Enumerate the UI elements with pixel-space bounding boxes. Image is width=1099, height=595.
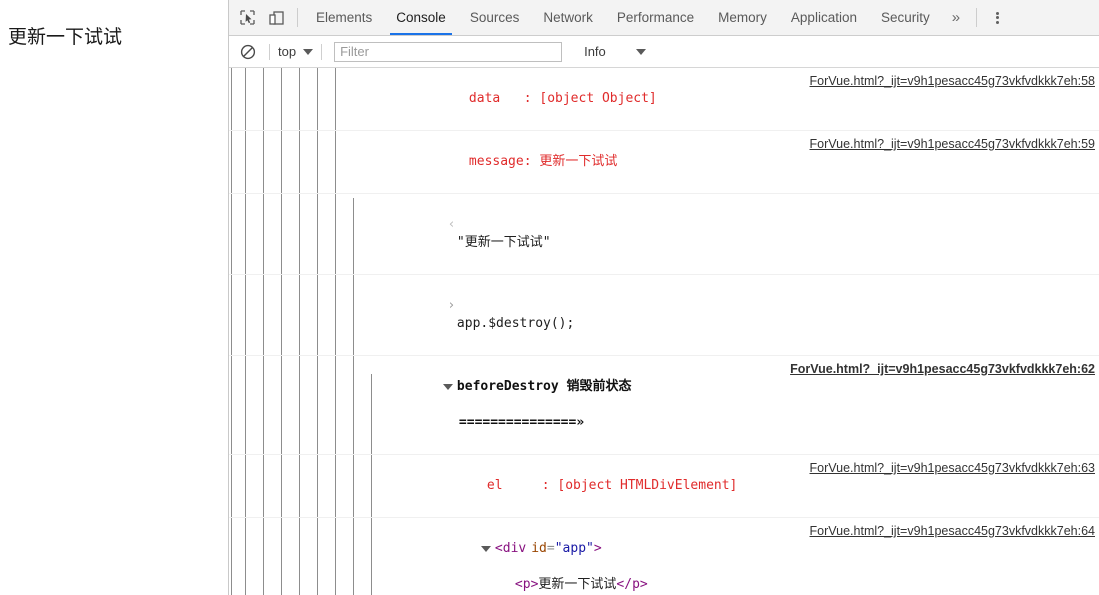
device-toolbar-icon[interactable] xyxy=(262,0,291,35)
source-link[interactable]: ForVue.html?_ijt=v9h1pesacc45g73vkfvdkkk… xyxy=(790,360,1099,378)
console-message-area[interactable]: data : [object Object] ForVue.html?_ijt=… xyxy=(229,68,1099,595)
log-text: el : [object HTMLDivElement] xyxy=(486,478,738,493)
tab-console-label: Console xyxy=(396,10,446,25)
group-title: beforeDestroy 销毁前状态 xyxy=(456,379,632,394)
tab-application-label: Application xyxy=(790,10,857,25)
source-link[interactable]: ForVue.html?_ijt=v9h1pesacc45g73vkfvdkkk… xyxy=(810,135,1099,153)
chevron-down-icon xyxy=(303,48,314,55)
console-toolbar: top Info xyxy=(229,36,1099,68)
execution-context-label: top xyxy=(278,44,297,59)
log-text: data : [object Object] xyxy=(468,91,657,106)
tab-memory-label: Memory xyxy=(718,10,767,25)
clear-console-icon[interactable] xyxy=(235,39,261,65)
console-row-element[interactable]: <divid="app"> <p>更新一下试试</p> </div> ForVu… xyxy=(229,518,1099,595)
tab-network[interactable]: Network xyxy=(531,0,605,35)
console-group-header-beforedestroy[interactable]: beforeDestroy 销毁前状态 ===============» For… xyxy=(229,356,1099,455)
result-arrow-icon: ‹ xyxy=(448,217,455,232)
tab-elements-label: Elements xyxy=(316,10,373,25)
log-text: message: 更新一下试试 xyxy=(468,154,618,169)
group-chevron: » xyxy=(576,415,585,430)
page-rendered-text: 更新一下试试 xyxy=(8,27,123,48)
devtools-panel: Elements Console Sources Network Perform… xyxy=(229,0,1099,595)
chevron-down-icon-2 xyxy=(635,48,646,55)
log-level-selector[interactable]: Info xyxy=(584,44,646,59)
tab-sources-label: Sources xyxy=(469,10,520,25)
source-link[interactable]: ForVue.html?_ijt=v9h1pesacc45g73vkfvdkkk… xyxy=(810,522,1099,540)
tab-elements[interactable]: Elements xyxy=(304,0,384,35)
console-row-input[interactable]: › app.$destroy(); xyxy=(229,275,1099,356)
result-text: "更新一下试试" xyxy=(456,235,551,250)
element-child-close-tag: </p> xyxy=(616,577,648,592)
toolbar-divider xyxy=(297,8,298,27)
source-link[interactable]: ForVue.html?_ijt=v9h1pesacc45g73vkfvdkkk… xyxy=(810,72,1099,90)
browser-window: 更新一下试试 Elements Console Sources Network … xyxy=(0,0,1099,595)
element-attr-eq: = xyxy=(546,541,555,556)
element-child-open-tag: <p> xyxy=(514,577,539,592)
group-separator: =============== xyxy=(458,415,577,430)
filter-input[interactable] xyxy=(334,41,563,62)
more-tabs-icon[interactable]: » xyxy=(942,0,970,35)
element-child-text: 更新一下试试 xyxy=(538,577,617,592)
element-attr-name: id xyxy=(531,541,547,556)
toolbar-divider-2 xyxy=(976,8,978,27)
tab-performance[interactable]: Performance xyxy=(605,0,706,35)
console-row[interactable]: data : [object Object] ForVue.html?_ijt=… xyxy=(229,68,1099,131)
page-viewport: 更新一下试试 xyxy=(0,0,229,595)
element-open-tag: <div xyxy=(494,541,527,556)
element-attr-value: "app" xyxy=(554,541,594,556)
tab-console[interactable]: Console xyxy=(384,0,458,35)
log-level-label: Info xyxy=(584,44,606,59)
group-expand-triangle-icon[interactable] xyxy=(442,383,453,390)
more-options-icon[interactable] xyxy=(983,0,1011,35)
console-row-result[interactable]: ‹ "更新一下试试" xyxy=(229,194,1099,275)
console-toolbar-divider-2 xyxy=(321,43,323,60)
inspect-cursor-icon[interactable] xyxy=(233,0,262,35)
element-open-tag-close: > xyxy=(593,541,602,556)
devtools-tabbar: Elements Console Sources Network Perform… xyxy=(229,0,1099,36)
console-messages: data : [object Object] ForVue.html?_ijt=… xyxy=(229,68,1099,595)
tab-memory[interactable]: Memory xyxy=(706,0,779,35)
element-expand-triangle-icon[interactable] xyxy=(480,545,491,552)
tab-security-label: Security xyxy=(880,10,930,25)
console-row[interactable]: el : [object HTMLDivElement] ForVue.html… xyxy=(229,455,1099,518)
input-arrow-icon: › xyxy=(448,298,455,313)
tab-sources[interactable]: Sources xyxy=(458,0,532,35)
input-text: app.$destroy(); xyxy=(456,316,575,331)
tab-application[interactable]: Application xyxy=(779,0,869,35)
tab-network-label: Network xyxy=(543,10,593,25)
console-row[interactable]: message: 更新一下试试 ForVue.html?_ijt=v9h1pes… xyxy=(229,131,1099,194)
execution-context-selector[interactable]: top xyxy=(278,44,314,59)
tab-performance-label: Performance xyxy=(616,10,695,25)
console-toolbar-divider xyxy=(269,43,270,60)
tab-security[interactable]: Security xyxy=(869,0,942,35)
source-link[interactable]: ForVue.html?_ijt=v9h1pesacc45g73vkfvdkkk… xyxy=(810,459,1099,477)
